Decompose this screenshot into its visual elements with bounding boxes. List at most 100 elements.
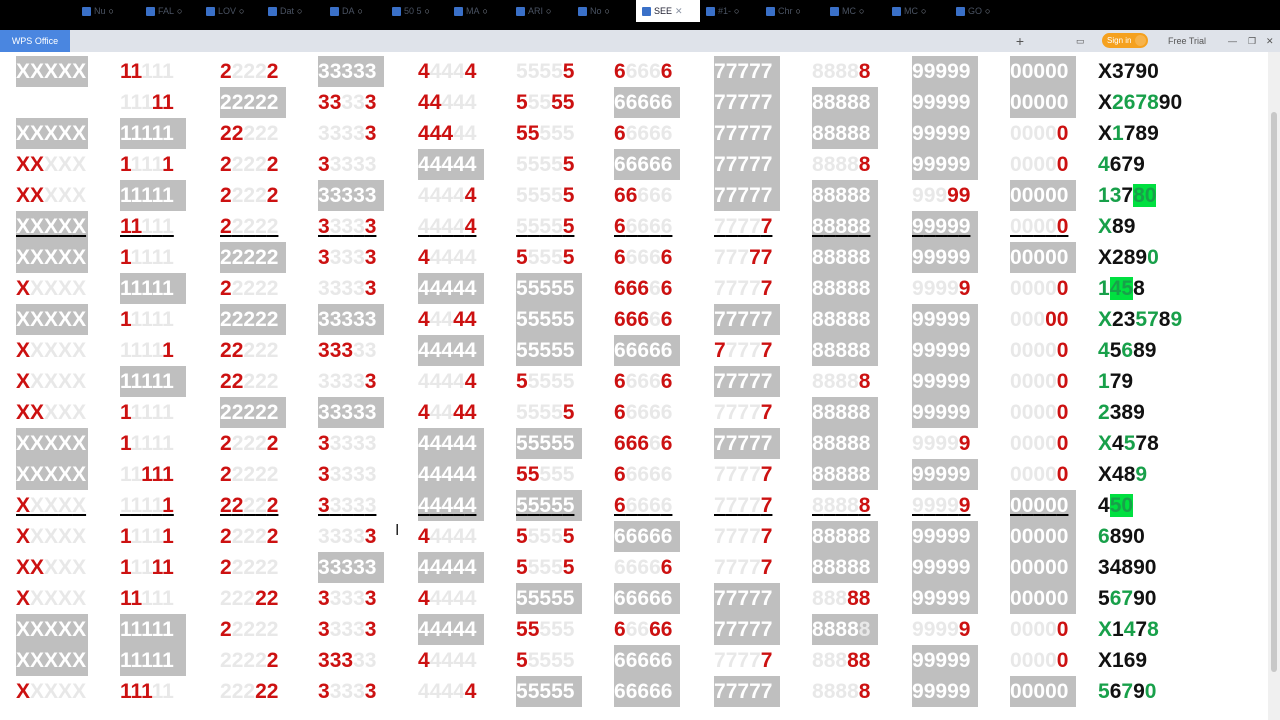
digit-cell[interactable]: 55555	[516, 583, 574, 614]
digit-cell[interactable]: 22222	[220, 118, 278, 149]
tab-9[interactable]: SEE ✕	[636, 0, 700, 22]
digit-cell[interactable]: 99999	[912, 149, 970, 180]
digit-cell[interactable]: XXXXX	[16, 304, 86, 335]
digit-cell[interactable]: 99999	[912, 397, 970, 428]
digit-cell[interactable]: 22222	[220, 428, 278, 459]
tab-13[interactable]: MC ○	[886, 0, 950, 22]
digit-cell[interactable]: 88888	[812, 552, 870, 583]
digit-cell[interactable]: 11111	[120, 428, 174, 459]
digit-cell[interactable]: 11111	[120, 149, 174, 180]
digit-cell[interactable]: XXXXX	[16, 149, 86, 180]
digit-cell[interactable]: 11111	[120, 645, 174, 676]
digit-cell[interactable]: 77777	[714, 583, 772, 614]
digit-cell[interactable]: 55555	[516, 180, 574, 211]
signin-button[interactable]: Sign in	[1102, 33, 1148, 48]
result-cell[interactable]: X1478	[1098, 614, 1159, 645]
digit-cell[interactable]: 33333	[318, 335, 376, 366]
digit-cell[interactable]: 88888	[812, 645, 870, 676]
digit-cell[interactable]: 33333	[318, 552, 376, 583]
digit-cell[interactable]: XXXXX	[16, 614, 86, 645]
digit-cell[interactable]: 00000	[1010, 676, 1068, 707]
digit-cell[interactable]: 44444	[418, 180, 476, 211]
digit-cell[interactable]: 22222	[220, 521, 278, 552]
digit-cell[interactable]: 00000	[1010, 211, 1068, 242]
digit-cell[interactable]: XXXXX	[16, 180, 86, 211]
tab-status-icon[interactable]: ○	[546, 6, 551, 16]
digit-cell[interactable]: 11111	[120, 180, 174, 211]
digit-cell[interactable]: 44444	[418, 366, 476, 397]
digit-cell[interactable]: 88888	[812, 521, 870, 552]
digit-cell[interactable]: 66666	[614, 149, 672, 180]
digit-cell[interactable]: 88888	[812, 242, 870, 273]
digit-cell[interactable]: 22222	[220, 180, 278, 211]
digit-cell[interactable]: 44444	[418, 614, 476, 645]
digit-cell[interactable]: 11111	[120, 56, 174, 87]
digit-cell[interactable]: 44444	[418, 118, 476, 149]
digit-cell[interactable]: 88888	[812, 614, 870, 645]
result-cell[interactable]: 13780	[1098, 180, 1157, 211]
digit-cell[interactable]: 22222	[220, 490, 278, 521]
digit-cell[interactable]: 11111	[120, 304, 174, 335]
digit-cell[interactable]: 99999	[912, 118, 970, 149]
tab-status-icon[interactable]: ○	[297, 6, 302, 16]
result-cell[interactable]: 179	[1098, 366, 1133, 397]
digit-cell[interactable]: 66666	[614, 676, 672, 707]
tab-3[interactable]: Dat ○	[262, 0, 324, 22]
digit-cell[interactable]: 66666	[614, 490, 672, 521]
digit-cell[interactable]: 77777	[714, 180, 772, 211]
digit-cell[interactable]: 00000	[1010, 459, 1068, 490]
digit-cell[interactable]: 55555	[516, 366, 574, 397]
digit-cell[interactable]: 66666	[614, 273, 672, 304]
digit-cell[interactable]: 66666	[614, 211, 672, 242]
digit-cell[interactable]: 66666	[614, 366, 672, 397]
digit-cell[interactable]: 44444	[418, 273, 476, 304]
digit-cell[interactable]: 22222	[220, 211, 278, 242]
digit-cell[interactable]: 44444	[418, 149, 476, 180]
digit-cell[interactable]: 88888	[812, 428, 870, 459]
restore-icon[interactable]: ❐	[1248, 30, 1256, 52]
digit-cell[interactable]: 44444	[418, 397, 476, 428]
digit-cell[interactable]: 00000	[1010, 614, 1068, 645]
digit-cell[interactable]: 44444	[418, 583, 476, 614]
result-cell[interactable]: X169	[1098, 645, 1147, 676]
digit-cell[interactable]: 99999	[912, 490, 970, 521]
digit-cell[interactable]: XXXXX	[16, 366, 86, 397]
digit-cell[interactable]: 77777	[714, 428, 772, 459]
digit-cell[interactable]: 77777	[714, 614, 772, 645]
digit-cell[interactable]: 22222	[220, 87, 278, 118]
digit-cell[interactable]: 22222	[220, 242, 278, 273]
digit-cell[interactable]: 99999	[912, 87, 970, 118]
layout-icon[interactable]: ▭	[1076, 30, 1085, 52]
digit-cell[interactable]: 00000	[1010, 366, 1068, 397]
tab-12[interactable]: MC ○	[824, 0, 886, 22]
wps-office-button[interactable]: WPS Office	[0, 30, 70, 52]
digit-cell[interactable]: 55555	[516, 211, 574, 242]
digit-cell[interactable]: 55555	[516, 676, 574, 707]
digit-cell[interactable]: 33333	[318, 397, 376, 428]
digit-cell[interactable]: 66666	[614, 87, 672, 118]
digit-cell[interactable]: 77777	[714, 87, 772, 118]
digit-cell[interactable]: 44444	[418, 676, 476, 707]
digit-cell[interactable]: 11111	[120, 459, 174, 490]
digit-cell[interactable]: 33333	[318, 490, 376, 521]
digit-cell[interactable]: 22222	[220, 552, 278, 583]
digit-cell[interactable]: 00000	[1010, 87, 1068, 118]
digit-cell[interactable]: XXXXX	[16, 273, 86, 304]
digit-cell[interactable]: 55555	[516, 242, 574, 273]
digit-cell[interactable]: 77777	[714, 273, 772, 304]
tab-14[interactable]: GO ○	[950, 0, 1006, 22]
digit-cell[interactable]: 66666	[614, 180, 672, 211]
digit-cell[interactable]: 11111	[120, 490, 174, 521]
digit-cell[interactable]: 88888	[812, 676, 870, 707]
digit-cell[interactable]: 11111	[120, 397, 174, 428]
digit-cell[interactable]: 88888	[812, 118, 870, 149]
digit-cell[interactable]: XXXXX	[16, 676, 86, 707]
digit-cell[interactable]: 88888	[812, 335, 870, 366]
digit-cell[interactable]: 55555	[516, 273, 574, 304]
digit-cell[interactable]: 66666	[614, 459, 672, 490]
digit-cell[interactable]: 33333	[318, 273, 376, 304]
digit-cell[interactable]: 99999	[912, 335, 970, 366]
digit-cell[interactable]: 33333	[318, 149, 376, 180]
digit-cell[interactable]: 44444	[418, 56, 476, 87]
digit-cell[interactable]: 77777	[714, 552, 772, 583]
